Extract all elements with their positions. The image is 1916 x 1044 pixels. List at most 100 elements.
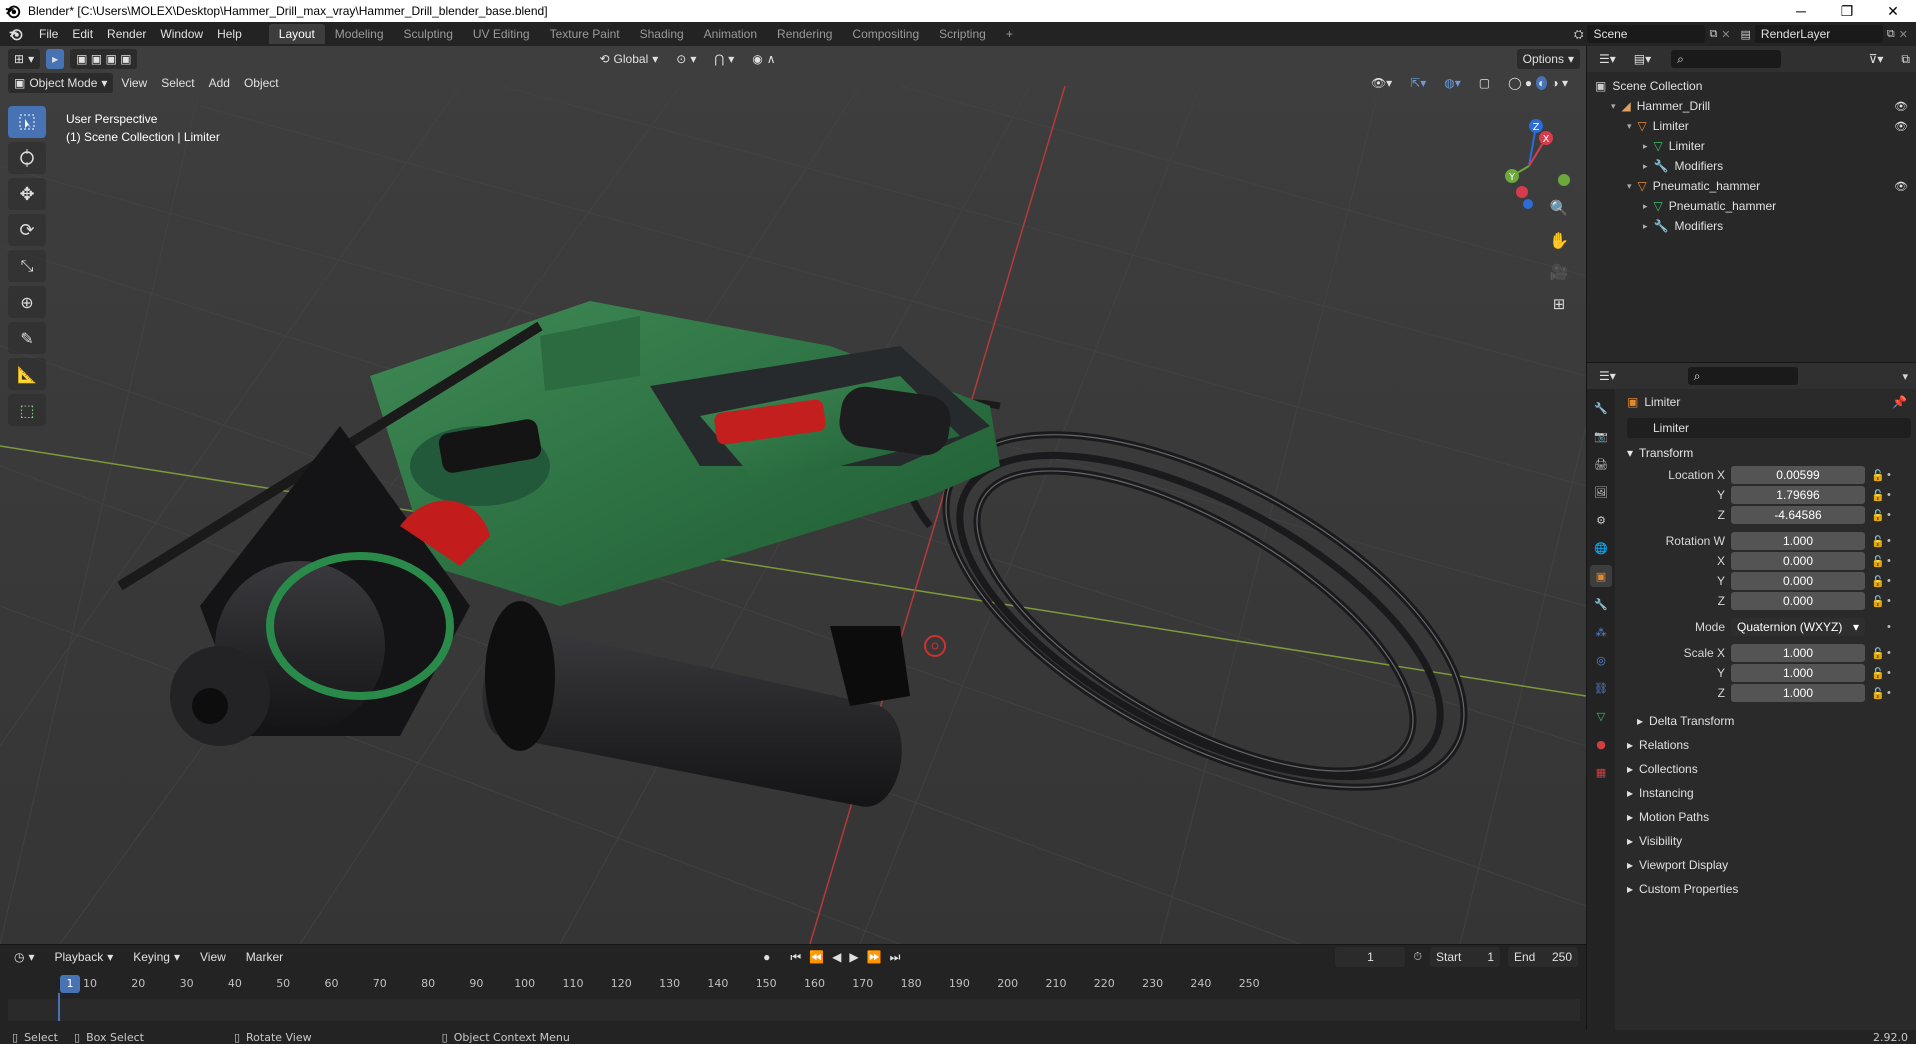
tool-tab-icon[interactable]: 🔧 [1590, 397, 1612, 419]
panel-relations[interactable]: ▸ Relations [1621, 733, 1911, 757]
panel-custom-properties[interactable]: ▸ Custom Properties [1621, 877, 1911, 901]
preview-range-icon[interactable]: ⏱ [1413, 950, 1422, 964]
cursor-tool[interactable] [8, 142, 46, 174]
lock-icon[interactable]: 🔓 [1869, 555, 1887, 568]
keyframe-dot-icon[interactable]: • [1887, 535, 1897, 547]
measure-tool[interactable]: 📐 [8, 358, 46, 390]
scale-z-field[interactable]: 1.000 [1731, 684, 1865, 702]
tab-shading[interactable]: Shading [630, 24, 694, 44]
outliner-item[interactable]: ▸ 🔧 Modifiers [1587, 156, 1916, 176]
properties-editor-type[interactable]: ☰▾ [1593, 366, 1622, 386]
maximize-button[interactable]: ❐ [1824, 3, 1870, 20]
tab-texture-paint[interactable]: Texture Paint [540, 24, 630, 44]
chevron-down-icon[interactable]: ▾ [1611, 101, 1616, 112]
close-button[interactable]: ✕ [1870, 3, 1916, 20]
rotation-x-field[interactable]: 0.000 [1731, 552, 1865, 570]
properties-search-input[interactable]: ⌕ [1687, 367, 1798, 385]
object-mode-dropdown[interactable]: ▣ Object Mode ▾ [8, 73, 114, 93]
select-mode-button[interactable]: ▸ [46, 49, 65, 69]
chevron-down-icon[interactable]: ▾ [1627, 181, 1632, 192]
tab-compositing[interactable]: Compositing [842, 24, 929, 44]
jump-end-icon[interactable]: ⏭ [890, 950, 901, 965]
annotate-tool[interactable]: ✎ [8, 322, 46, 354]
blender-menu-icon[interactable] [8, 26, 24, 42]
lock-icon[interactable]: 🔓 [1869, 647, 1887, 660]
add-workspace-button[interactable]: + [996, 24, 1023, 44]
scene-field[interactable]: Scene [1587, 25, 1706, 43]
tab-animation[interactable]: Animation [694, 24, 767, 44]
timeline-editor[interactable]: ◷ ▾ Playback ▾ Keying ▾ View Marker ● ⏮ ⏪ ◀… [0, 944, 1586, 1030]
render-layer-icon[interactable]: ▤ [1741, 28, 1751, 41]
display-mode-dropdown[interactable]: ▤▾ [1628, 49, 1657, 69]
menu-file[interactable]: File [32, 27, 65, 41]
scene-icon[interactable]: ⛭ [1574, 27, 1584, 42]
location-x-field[interactable]: 0.00599 [1731, 466, 1865, 484]
outliner-editor-type[interactable]: ☰▾ [1593, 49, 1622, 69]
keyframe-dot-icon[interactable]: • [1887, 509, 1897, 521]
keyframe-dot-icon[interactable]: • [1887, 687, 1897, 699]
menu-help[interactable]: Help [210, 27, 249, 41]
outliner-item[interactable]: ▾ ◢ Hammer_Drill 👁 [1587, 96, 1916, 116]
start-frame-field[interactable]: Start 1 [1430, 947, 1500, 967]
keyframe-dot-icon[interactable]: • [1887, 595, 1897, 607]
object-name-field[interactable]: Limiter [1627, 418, 1911, 438]
scale-tool[interactable]: ⤡ [8, 250, 46, 282]
keyframe-dot-icon[interactable]: • [1887, 647, 1897, 659]
data-tab-icon[interactable]: ▽ [1590, 705, 1612, 727]
rotation-mode-dropdown[interactable]: Quaternion (WXYZ) ▾ [1731, 618, 1865, 636]
rotation-w-field[interactable]: 1.000 [1731, 532, 1865, 550]
rotation-y-field[interactable]: 0.000 [1731, 572, 1865, 590]
menu-marker[interactable]: Marker [240, 947, 289, 967]
keyframe-dot-icon[interactable]: • [1887, 621, 1897, 633]
remove-scene-icon[interactable]: ✕ [1721, 28, 1730, 41]
outliner-item[interactable]: ▸ ▽ Pneumatic_hammer [1587, 196, 1916, 216]
menu-playback[interactable]: Playback ▾ [49, 947, 120, 967]
chevron-right-icon[interactable]: ▸ [1643, 201, 1648, 212]
tab-uv-editing[interactable]: UV Editing [463, 24, 540, 44]
tab-scripting[interactable]: Scripting [929, 24, 996, 44]
keyframe-dot-icon[interactable]: • [1887, 667, 1897, 679]
lock-icon[interactable]: 🔓 [1869, 595, 1887, 608]
select-tool[interactable] [8, 106, 46, 138]
rotate-tool[interactable]: ⟳ [8, 214, 46, 246]
menu-add[interactable]: Add [203, 73, 236, 93]
constraints-tab-icon[interactable]: ⛓ [1590, 677, 1612, 699]
options-dropdown[interactable]: Options ▾ [1516, 49, 1580, 69]
filter-icon[interactable]: ⊽▾ [1863, 49, 1890, 69]
keyframe-dot-icon[interactable]: • [1887, 575, 1897, 587]
scene-collection-row[interactable]: ▣ Scene Collection [1587, 76, 1916, 96]
menu-render[interactable]: Render [100, 27, 153, 41]
scene-tab-icon[interactable]: ⚙ [1590, 509, 1612, 531]
location-y-field[interactable]: 1.79696 [1731, 486, 1865, 504]
material-tab-icon[interactable]: ● [1590, 733, 1612, 755]
visibility-eye-icon[interactable]: 👁 [1894, 100, 1908, 113]
panel-viewport-display[interactable]: ▸ Viewport Display [1621, 853, 1911, 877]
visibility-eye-icon[interactable]: 👁 [1894, 180, 1908, 193]
transform-tool[interactable]: ⊕ [8, 286, 46, 318]
rotation-z-field[interactable]: 0.000 [1731, 592, 1865, 610]
xray-toggle-icon[interactable]: ▢ [1473, 73, 1496, 93]
particles-tab-icon[interactable]: ⁂ [1590, 621, 1612, 643]
gizmo-toggle-icon[interactable]: ⇱▾ [1404, 73, 1432, 93]
snap-toggle[interactable]: ⋂ ▾ [708, 49, 740, 69]
menu-view[interactable]: View [115, 73, 153, 93]
timeline-track[interactable] [8, 993, 1580, 1021]
select-box-mode[interactable]: ▣ ▣ ▣ ▣ [70, 49, 138, 69]
transform-panel-header[interactable]: ▾ Transform [1621, 441, 1911, 465]
physics-tab-icon[interactable]: ◎ [1590, 649, 1612, 671]
playhead[interactable]: 1 [60, 975, 80, 993]
texture-tab-icon[interactable]: ▦ [1590, 761, 1612, 783]
chevron-right-icon[interactable]: ▸ [1643, 221, 1648, 232]
properties-editor[interactable]: ☰▾ ⌕ ▾ 🔧 📷 🖨 🖼 ⚙ 🌐 ▣ 🔧 ⁂ ◎ ⛓ ▽ ● ▦ ▣ Lim… [1586, 362, 1916, 1031]
tab-layout[interactable]: Layout [268, 24, 325, 44]
lock-icon[interactable]: 🔓 [1869, 575, 1887, 588]
panel-motion-paths[interactable]: ▸ Motion Paths [1621, 805, 1911, 829]
chevron-right-icon[interactable]: ▸ [1643, 141, 1648, 152]
outliner-search-input[interactable]: ⌕ [1671, 50, 1782, 68]
next-key-icon[interactable]: ⏩ [867, 950, 882, 964]
remove-layer-icon[interactable]: ✕ [1899, 28, 1908, 41]
editor-type-button[interactable]: ⊞ ▾ [8, 49, 41, 69]
tab-rendering[interactable]: Rendering [767, 24, 842, 44]
menu-keying[interactable]: Keying ▾ [127, 947, 186, 967]
lock-icon[interactable]: 🔓 [1869, 687, 1887, 700]
